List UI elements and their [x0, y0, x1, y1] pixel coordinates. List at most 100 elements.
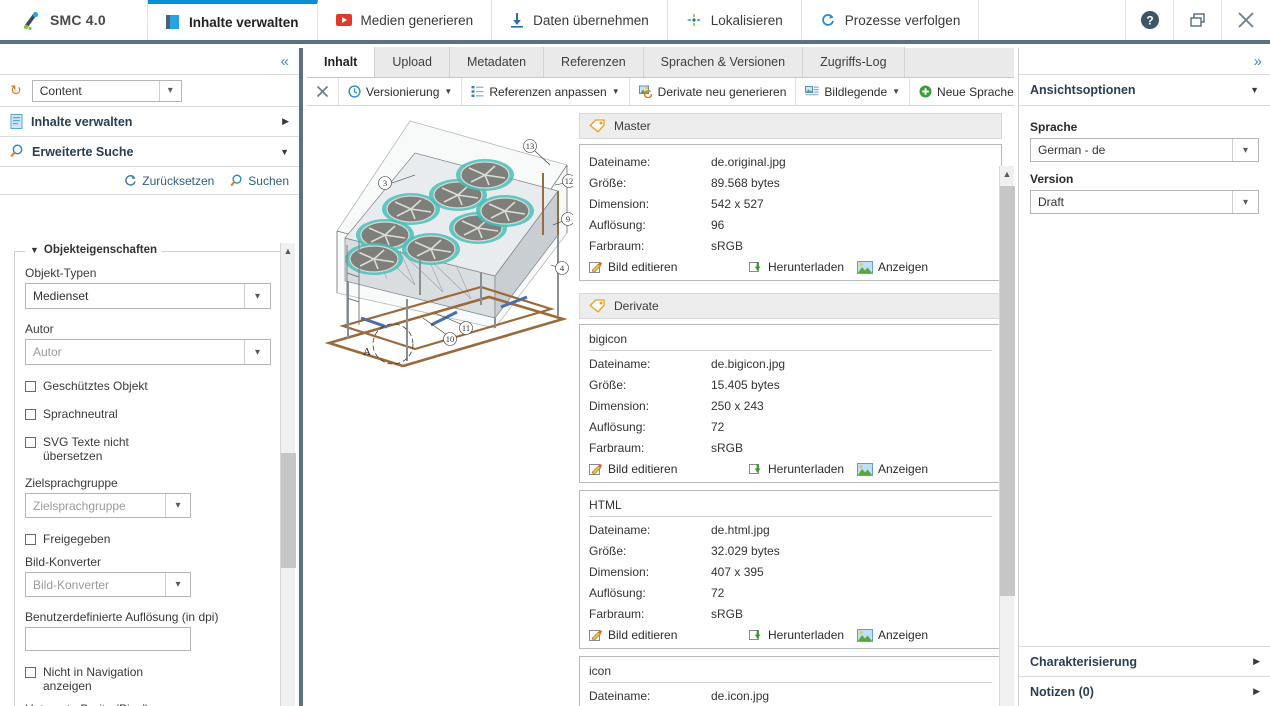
- svg-texte-checkbox-row[interactable]: SVG Texte nicht übersetzen: [25, 435, 165, 463]
- repository-select-value: Content: [39, 83, 82, 98]
- tab-metadaten[interactable]: Metadaten: [449, 47, 545, 77]
- chevron-down-icon[interactable]: ▾: [165, 494, 190, 517]
- tab-upload[interactable]: Upload: [375, 47, 450, 77]
- restore-window-icon[interactable]: [1174, 0, 1222, 40]
- top-tab-inhalte-verwalten[interactable]: Inhalte verwalten: [148, 0, 318, 40]
- version-select[interactable]: Draft ▾: [1030, 190, 1259, 214]
- bild-editieren-button[interactable]: Bild editieren: [589, 628, 749, 642]
- objekt-typen-select[interactable]: Medienset ▾: [25, 283, 271, 309]
- bild-konverter-select[interactable]: Bild-Konverter ▾: [25, 572, 191, 597]
- chevron-down-icon[interactable]: ▾: [244, 340, 270, 364]
- content-scrollbar[interactable]: ▲ ▼: [999, 166, 1015, 706]
- property-value: de.icon.jpg: [711, 689, 770, 703]
- freigegeben-checkbox-row[interactable]: Freigegeben: [25, 532, 278, 546]
- herunterladen-button[interactable]: Herunterladen: [749, 260, 857, 274]
- bildlegende-button[interactable]: Bildlegende ▼: [796, 78, 911, 105]
- anzeigen-button[interactable]: Anzeigen: [857, 462, 928, 476]
- chevron-down-icon[interactable]: ▼: [444, 87, 452, 96]
- content-toolbar: Versionierung ▼ Referenzen anpassen ▼ De…: [307, 78, 1014, 106]
- svg-texte-checkbox[interactable]: [25, 437, 36, 448]
- sidebar-collapse-button[interactable]: «: [0, 48, 299, 75]
- anzeigen-button[interactable]: Anzeigen: [857, 628, 928, 642]
- sidebar-scrollbar-thumb[interactable]: [281, 453, 296, 568]
- freigegeben-checkbox[interactable]: [25, 534, 36, 545]
- sidebar-item-erweiterte-suche[interactable]: Erweiterte Suche ▼: [0, 137, 299, 167]
- top-tab-prozesse-verfolgen[interactable]: Prozesse verfolgen: [802, 0, 980, 40]
- help-icon[interactable]: ?: [1126, 0, 1174, 40]
- property-row: Größe: 89.568 bytes: [589, 173, 992, 194]
- chevron-right-icon[interactable]: ▶: [1253, 686, 1260, 697]
- tab-inhalt[interactable]: Inhalt: [307, 47, 376, 77]
- top-tab-daten-uebernehmen[interactable]: Daten übernehmen: [492, 0, 668, 40]
- geschuetztes-objekt-checkbox-row[interactable]: Geschütztes Objekt: [25, 379, 278, 393]
- sprache-select-value: German - de: [1038, 143, 1106, 157]
- chevron-down-icon[interactable]: ▼: [612, 87, 620, 96]
- referenzen-anpassen-button[interactable]: Referenzen anpassen ▼: [462, 78, 630, 105]
- repository-select[interactable]: Content ▾: [31, 79, 182, 102]
- chevron-down-icon[interactable]: ▾: [158, 80, 181, 101]
- herunterladen-button[interactable]: Herunterladen: [749, 462, 857, 476]
- chevron-down-icon[interactable]: ▾: [1232, 191, 1258, 213]
- chevron-right-icon[interactable]: ▶: [1253, 656, 1260, 667]
- derivate-name: HTML: [589, 498, 992, 517]
- repository-selector-row: ↻ Content ▾: [0, 75, 299, 107]
- right-section-notizen[interactable]: Notizen (0) ▶: [1019, 676, 1270, 706]
- derivate-generieren-button[interactable]: Derivate neu generieren: [630, 78, 797, 105]
- content-tab-bar: Inhalt Upload Metadaten Referenzen Sprac…: [307, 47, 1014, 78]
- chevron-down-icon[interactable]: ▼: [892, 87, 900, 96]
- sprache-label: Sprache: [1030, 120, 1078, 134]
- top-tab-medien-generieren[interactable]: Medien generieren: [318, 0, 493, 40]
- image-preview-pane[interactable]: A 3 13 12 9 4 11 10: [307, 107, 579, 706]
- top-tab-lokalisieren[interactable]: Lokalisieren: [668, 0, 802, 40]
- property-key: Farbraum:: [589, 239, 645, 253]
- chevron-down-icon[interactable]: ▼: [30, 245, 39, 255]
- toolbar-label: Bildlegende: [824, 84, 888, 99]
- run-search-button[interactable]: Suchen: [230, 174, 289, 188]
- zielsprachgruppe-select[interactable]: Zielsprachgruppe ▾: [25, 493, 191, 518]
- action-label: Bild editieren: [608, 260, 678, 274]
- close-icon[interactable]: [1222, 0, 1270, 40]
- reset-search-button[interactable]: Zurücksetzen: [124, 174, 214, 188]
- scroll-up-icon[interactable]: ▲: [1000, 166, 1014, 181]
- tab-zugriffs-log[interactable]: Zugriffs-Log: [803, 47, 905, 77]
- chevron-down-icon[interactable]: ▾: [165, 573, 190, 596]
- bild-editieren-button[interactable]: Bild editieren: [589, 462, 749, 476]
- svg-text:13: 13: [526, 141, 535, 151]
- chevron-down-icon[interactable]: ▼: [280, 147, 289, 157]
- close-tab-button[interactable]: [307, 78, 339, 105]
- sprachneutral-checkbox-row[interactable]: Sprachneutral: [25, 407, 278, 421]
- chevron-double-left-icon: «: [280, 52, 289, 70]
- plus-circle-icon: [919, 85, 932, 98]
- tab-sprachen-versionen[interactable]: Sprachen & Versionen: [643, 47, 804, 77]
- neue-sprache-button[interactable]: Neue Sprache ▼: [910, 78, 1014, 105]
- refresh-icon[interactable]: ↻: [10, 82, 22, 99]
- autor-select[interactable]: Autor ▾: [25, 339, 271, 365]
- sidebar-item-inhalte-verwalten[interactable]: Inhalte verwalten ▶: [0, 107, 299, 137]
- content-scrollbar-thumb[interactable]: [1000, 186, 1015, 596]
- chevron-down-icon[interactable]: ▾: [1232, 139, 1258, 161]
- right-panel-collapse-button[interactable]: »: [1019, 48, 1270, 75]
- anzeigen-button[interactable]: Anzeigen: [857, 260, 928, 274]
- aufloesung-input[interactable]: [25, 627, 191, 651]
- right-section-ansichtsoptionen[interactable]: Ansichtsoptionen ▼: [1019, 75, 1270, 106]
- tab-referenzen[interactable]: Referenzen: [544, 47, 644, 77]
- chevron-right-icon[interactable]: ▶: [282, 116, 289, 127]
- sidebar-scrollbar[interactable]: ▲ ▼: [280, 243, 296, 706]
- property-key: Dateiname:: [589, 357, 651, 371]
- scroll-up-icon[interactable]: ▲: [281, 243, 295, 258]
- nicht-navigation-checkbox[interactable]: [25, 667, 36, 678]
- geschuetztes-objekt-checkbox[interactable]: [25, 381, 36, 392]
- toolbar-label: Derivate neu generieren: [657, 84, 787, 99]
- right-section-charakterisierung[interactable]: Charakterisierung ▶: [1019, 646, 1270, 676]
- center-panel: Inhalt Upload Metadaten Referenzen Sprac…: [307, 47, 1015, 706]
- sprachneutral-checkbox[interactable]: [25, 409, 36, 420]
- chevron-down-icon[interactable]: ▼: [1250, 85, 1259, 95]
- versionierung-button[interactable]: Versionierung ▼: [339, 78, 463, 105]
- field-label: Bild-Konverter: [25, 555, 102, 569]
- herunterladen-button[interactable]: Herunterladen: [749, 628, 857, 642]
- nicht-navigation-checkbox-row[interactable]: Nicht in Navigation anzeigen: [25, 665, 170, 693]
- chevron-down-icon[interactable]: ▾: [244, 284, 270, 308]
- sprache-select[interactable]: German - de ▾: [1030, 138, 1259, 162]
- bild-editieren-button[interactable]: Bild editieren: [589, 260, 749, 274]
- fieldset-legend[interactable]: ▼ Objekteigenschaften: [25, 244, 163, 256]
